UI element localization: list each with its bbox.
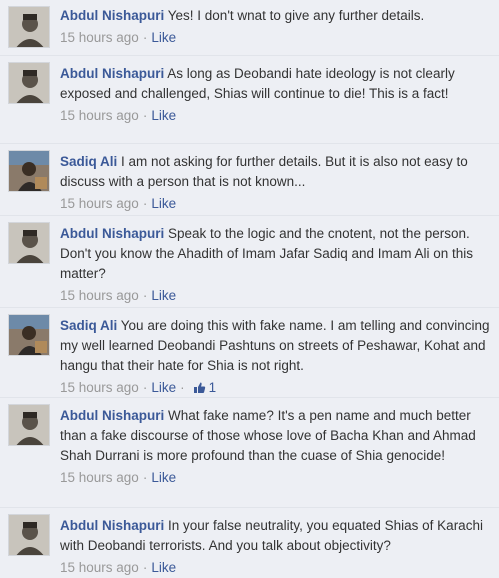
comment-item: Abdul Nishapuri What fake name? It's a p… [0,398,499,508]
like-count[interactable]: 1 [193,380,217,395]
comment-author-link[interactable]: Sadiq Ali [60,154,117,169]
avatar[interactable] [8,150,50,192]
like-link[interactable]: Like [151,560,176,575]
like-link[interactable]: Like [151,30,176,45]
comment-body: Abdul Nishapuri What fake name? It's a p… [60,406,491,466]
avatar[interactable] [8,404,50,446]
comment-thread: Abdul Nishapuri Yes! I don't wnat to giv… [0,0,499,578]
avatar[interactable] [8,62,50,104]
avatar[interactable] [8,6,50,48]
comment-timestamp[interactable]: 15 hours ago [60,470,139,485]
avatar[interactable] [8,222,50,264]
comment-author-link[interactable]: Sadiq Ali [60,318,117,333]
like-link[interactable]: Like [151,108,176,123]
comment-timestamp[interactable]: 15 hours ago [60,560,139,575]
comment-meta: 15 hours ago · Like · 1 [60,378,491,400]
comment-item: Abdul Nishapuri As long as Deobandi hate… [0,56,499,144]
meta-separator: · [142,196,148,211]
like-link[interactable]: Like [151,470,176,485]
comment-timestamp[interactable]: 15 hours ago [60,30,139,45]
comment-author-link[interactable]: Abdul Nishapuri [60,226,164,241]
like-link[interactable]: Like [151,288,176,303]
like-link[interactable]: Like [151,380,176,395]
avatar[interactable] [8,314,50,356]
comment-text: I am not asking for further details. But… [60,154,468,189]
meta-separator: · [142,560,148,575]
meta-separator: · [142,108,148,123]
comment-timestamp[interactable]: 15 hours ago [60,380,139,395]
comment-meta: 15 hours ago · Like [60,286,491,306]
comment-meta: 15 hours ago · Like [60,28,491,48]
comment-meta: 15 hours ago · Like [60,558,491,578]
comment-body: Sadiq Ali You are doing this with fake n… [60,316,491,376]
comment-meta: 15 hours ago · Like [60,106,491,126]
meta-separator: · [142,30,148,45]
comment-item: Abdul Nishapuri Yes! I don't wnat to giv… [0,0,499,56]
comment-meta: 15 hours ago · Like [60,468,491,488]
comment-item: Sadiq Ali You are doing this with fake n… [0,308,499,398]
comment-body: Abdul Nishapuri Speak to the logic and t… [60,224,491,284]
meta-separator: · [142,470,148,485]
thumbs-up-icon [193,380,206,400]
comment-body: Abdul Nishapuri As long as Deobandi hate… [60,64,491,104]
comment-timestamp[interactable]: 15 hours ago [60,196,139,211]
comment-author-link[interactable]: Abdul Nishapuri [60,518,164,533]
comment-body: Abdul Nishapuri In your false neutrality… [60,516,491,556]
comment-author-link[interactable]: Abdul Nishapuri [60,408,164,423]
comment-body: Sadiq Ali I am not asking for further de… [60,152,491,192]
comment-text: You are doing this with fake name. I am … [60,318,490,373]
comment-author-link[interactable]: Abdul Nishapuri [60,8,164,23]
comment-meta: 15 hours ago · Like [60,194,491,214]
avatar[interactable] [8,514,50,556]
comment-text: Yes! I don't wnat to give any further de… [167,8,425,23]
comment-author-link[interactable]: Abdul Nishapuri [60,66,164,81]
comment-item: Abdul Nishapuri Speak to the logic and t… [0,216,499,308]
comment-body: Abdul Nishapuri Yes! I don't wnat to giv… [60,6,491,26]
comment-item: Abdul Nishapuri In your false neutrality… [0,508,499,578]
like-link[interactable]: Like [151,196,176,211]
meta-separator: · [142,288,148,303]
comment-item: Sadiq Ali I am not asking for further de… [0,144,499,216]
meta-separator: · [142,380,148,395]
like-count-value: 1 [208,380,217,395]
comment-timestamp[interactable]: 15 hours ago [60,288,139,303]
comment-timestamp[interactable]: 15 hours ago [60,108,139,123]
meta-separator: · [180,380,185,395]
